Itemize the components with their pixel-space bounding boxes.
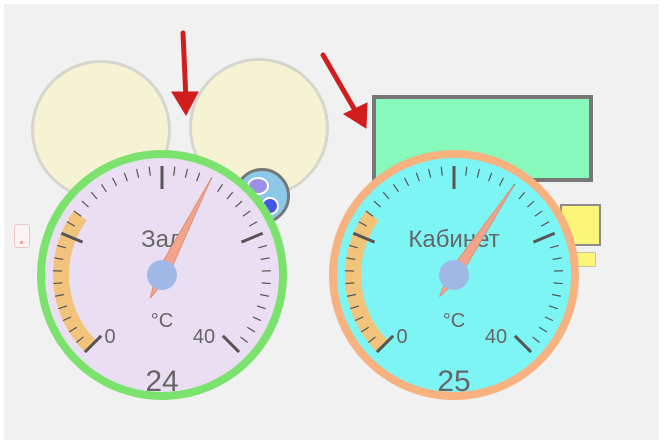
gauge-hub bbox=[147, 260, 177, 290]
dashboard-canvas: Зал 0 40 °C 24 Кабинет 0 40 °C 25 bbox=[0, 0, 665, 448]
gauge-minor-tick bbox=[345, 282, 355, 285]
gauge-max-label: 40 bbox=[485, 326, 507, 348]
gauge-minor-tick bbox=[53, 282, 63, 285]
gauge-kabinet[interactable]: Кабинет 0 40 °C 25 bbox=[327, 148, 581, 402]
gauge-min-label: 0 bbox=[396, 326, 407, 348]
gauge-min-label: 0 bbox=[104, 326, 115, 348]
side-tag bbox=[14, 224, 30, 248]
gauge-zal[interactable]: Зал 0 40 °C 24 bbox=[35, 148, 289, 402]
gauge-value: 24 bbox=[145, 365, 178, 398]
gauge-value: 25 bbox=[437, 365, 470, 398]
gauge-unit: °C bbox=[443, 310, 465, 332]
gauge-unit: °C bbox=[151, 310, 173, 332]
gauge-minor-tick bbox=[553, 282, 563, 285]
gauge-dial: Кабинет 0 40 °C 25 bbox=[329, 150, 579, 400]
gauge-max-label: 40 bbox=[193, 326, 215, 348]
gauge-dial: Зал 0 40 °C 24 bbox=[37, 150, 287, 400]
gauge-hub bbox=[439, 260, 469, 290]
gauge-minor-tick bbox=[261, 282, 271, 285]
